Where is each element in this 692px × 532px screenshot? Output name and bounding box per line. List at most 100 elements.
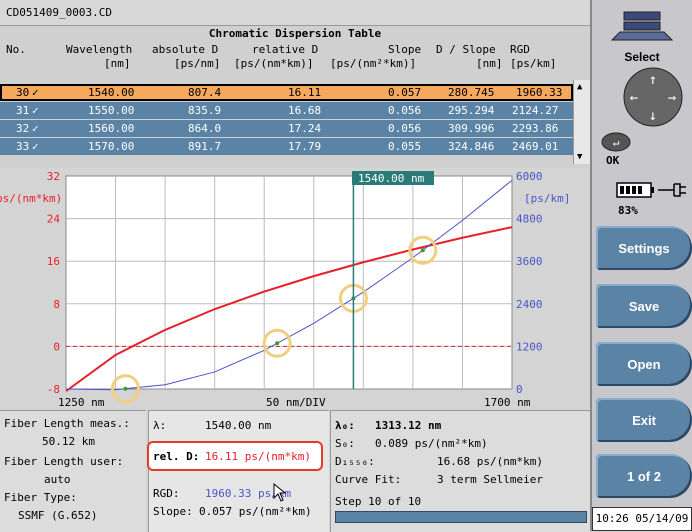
fiber-length-user-label: Fiber Length user:	[4, 455, 124, 468]
header-rgd-unit: [ps/km]	[510, 57, 557, 70]
cell-rel-d: 16.11	[288, 86, 322, 99]
cell-d-slope: 295.294	[448, 104, 495, 117]
right-tick-label: 1200	[516, 340, 543, 353]
header-slope-unit: [ps/(nm²*km)]	[330, 57, 417, 70]
curve-fit-label: Curve Fit:	[335, 473, 402, 486]
header-rgd: RGD	[510, 43, 530, 56]
clock: 10:26 05/14/09	[592, 507, 692, 531]
d1550-label: D₁₅₅₀:	[335, 455, 375, 468]
arrow-right-icon: →	[668, 90, 676, 106]
cell-slope: 0.056	[388, 104, 422, 117]
cell-abs-d: 835.9	[188, 104, 222, 117]
lambda-zero-value: 1313.12 nm	[375, 419, 442, 432]
cell-d-slope: 309.996	[448, 122, 495, 135]
table-row[interactable]: 32 ✓ 1560.00 864.0 17.24 0.056 309.996 2…	[0, 120, 573, 137]
step-text: Step 10 of 10	[335, 495, 422, 508]
fiber-type-label: Fiber Type:	[4, 491, 77, 504]
cell-d-slope: 280.745	[448, 86, 495, 99]
x-axis-end: 1700 nm	[484, 396, 531, 409]
table-row[interactable]: 31 ✓ 1550.00 835.9 16.68 0.056 295.294 2…	[0, 102, 573, 119]
header-abs-d: absolute D	[152, 43, 219, 56]
cell-slope: 0.055	[388, 140, 422, 153]
page-toggle-button[interactable]: 1 of 2	[596, 454, 692, 498]
header-slope: Slope	[388, 43, 422, 56]
cell-rgd: 2293.86	[512, 122, 559, 135]
cell-no: 30	[16, 86, 30, 99]
right-tick-label: 0	[516, 383, 523, 396]
control-panel: Select ↑ ↓ ← → ↵ OK 83% Settings Save Op…	[590, 0, 692, 531]
cursor-label: 1540.00 nm	[358, 172, 425, 185]
scroll-down-icon[interactable]: ▼	[577, 152, 582, 162]
header-rel-d-unit: [ps/(nm*km)]	[234, 57, 314, 70]
ok-button-icon[interactable]: ↵	[600, 130, 632, 154]
right-tick-label: 6000	[516, 170, 543, 183]
s-zero-value: 0.089 ps/(nm²*km)	[375, 437, 488, 450]
cell-wavelength: 1570.00	[88, 140, 135, 153]
svg-text:↵: ↵	[613, 136, 620, 149]
header-wavelength-unit: [nm]	[104, 57, 131, 70]
check-icon: ✓	[32, 86, 39, 99]
select-label: Select	[624, 50, 660, 64]
arrow-up-icon: ↑	[649, 72, 657, 88]
cell-no: 31	[16, 104, 30, 117]
fit-info-panel: λ₀: 1313.12 nm S₀: 0.089 ps/(nm²*km) D₁₅…	[330, 410, 591, 532]
fiber-length-meas-label: Fiber Length meas.:	[4, 417, 130, 430]
save-button[interactable]: Save	[596, 284, 692, 328]
cursor-info-panel: λ: 1540.00 nm rel. D: 16.11 ps/(nm*km) R…	[147, 410, 329, 532]
open-button[interactable]: Open	[596, 342, 692, 386]
table-row[interactable]: 33 ✓ 1570.00 891.7 17.79 0.055 324.846 2…	[0, 138, 573, 155]
file-title: CD051409_0003.CD	[0, 0, 590, 26]
rgd-label: RGD:	[153, 487, 180, 500]
settings-button[interactable]: Settings	[596, 226, 692, 270]
arrow-left-icon: ←	[630, 90, 638, 106]
measurement-point	[420, 248, 425, 253]
measurement-point	[275, 341, 280, 346]
mouse-pointer-icon	[273, 483, 287, 502]
x-axis-start: 1250 nm	[58, 396, 105, 409]
right-tick-label: 3600	[516, 255, 543, 268]
cell-abs-d: 891.7	[188, 140, 222, 153]
header-d-slope: D / Slope	[436, 43, 496, 56]
fiber-length-meas-value: 50.12 km	[42, 435, 95, 448]
left-axis-label: ps/(nm*km)	[0, 192, 62, 205]
header-rel-d: relative D	[252, 43, 319, 56]
lambda-value: 1540.00 nm	[205, 419, 272, 432]
chart-svg[interactable]: 1540.00 nm 32 24 16 8 0 -8 6000 4800 3600 2400 12…	[0, 168, 590, 410]
rel-d-label: rel. D:	[153, 450, 200, 463]
slope-value: 0.057 ps/(nm²*km)	[199, 505, 312, 518]
layers-icon[interactable]	[610, 8, 674, 48]
cell-rgd: 1960.33	[516, 86, 563, 99]
cell-rel-d: 16.68	[288, 104, 322, 117]
left-tick-label: 0	[53, 340, 60, 353]
header-d-slope-unit: [nm]	[476, 57, 503, 70]
navigation-pad[interactable]: ↑ ↓ ← →	[622, 66, 684, 128]
table-title: Chromatic Dispersion Table	[208, 27, 382, 40]
slope-label: Slope:	[153, 505, 193, 518]
fiber-info-panel: Fiber Length meas.: 50.12 km Fiber Lengt…	[0, 410, 146, 532]
cell-slope: 0.057	[388, 86, 422, 99]
cell-slope: 0.056	[388, 122, 422, 135]
dispersion-chart: 1540.00 nm 32 24 16 8 0 -8 6000 4800 3600 2400 12…	[0, 168, 590, 410]
header-no: No.	[6, 43, 26, 56]
cell-wavelength: 1550.00	[88, 104, 135, 117]
cell-rgd: 2469.01	[512, 140, 559, 153]
exit-button[interactable]: Exit	[596, 398, 692, 442]
cell-abs-d: 807.4	[188, 86, 222, 99]
ok-label: OK	[606, 154, 620, 167]
cell-no: 33	[16, 140, 30, 153]
check-icon: ✓	[32, 140, 39, 153]
cell-rel-d: 17.24	[288, 122, 322, 135]
left-tick-label: 8	[53, 298, 60, 311]
s-zero-label: S₀:	[335, 437, 355, 450]
battery-percent: 83%	[618, 204, 638, 217]
cell-rgd: 2124.27	[512, 104, 559, 117]
scroll-up-icon[interactable]: ▲	[577, 82, 582, 92]
rel-d-highlight: rel. D: 16.11 ps/(nm*km)	[147, 441, 323, 471]
header-abs-d-unit: [ps/nm]	[174, 57, 221, 70]
table-row[interactable]: 30 ✓ 1540.00 807.4 16.11 0.057 280.745 1…	[0, 84, 573, 101]
rel-d-value: 16.11 ps/(nm*km)	[205, 450, 311, 463]
table-scrollbar[interactable]: ▲ ▼	[573, 80, 591, 164]
cell-rel-d: 17.79	[288, 140, 322, 153]
fiber-length-user-value: auto	[44, 473, 71, 486]
header-wavelength: Wavelength	[66, 43, 133, 56]
